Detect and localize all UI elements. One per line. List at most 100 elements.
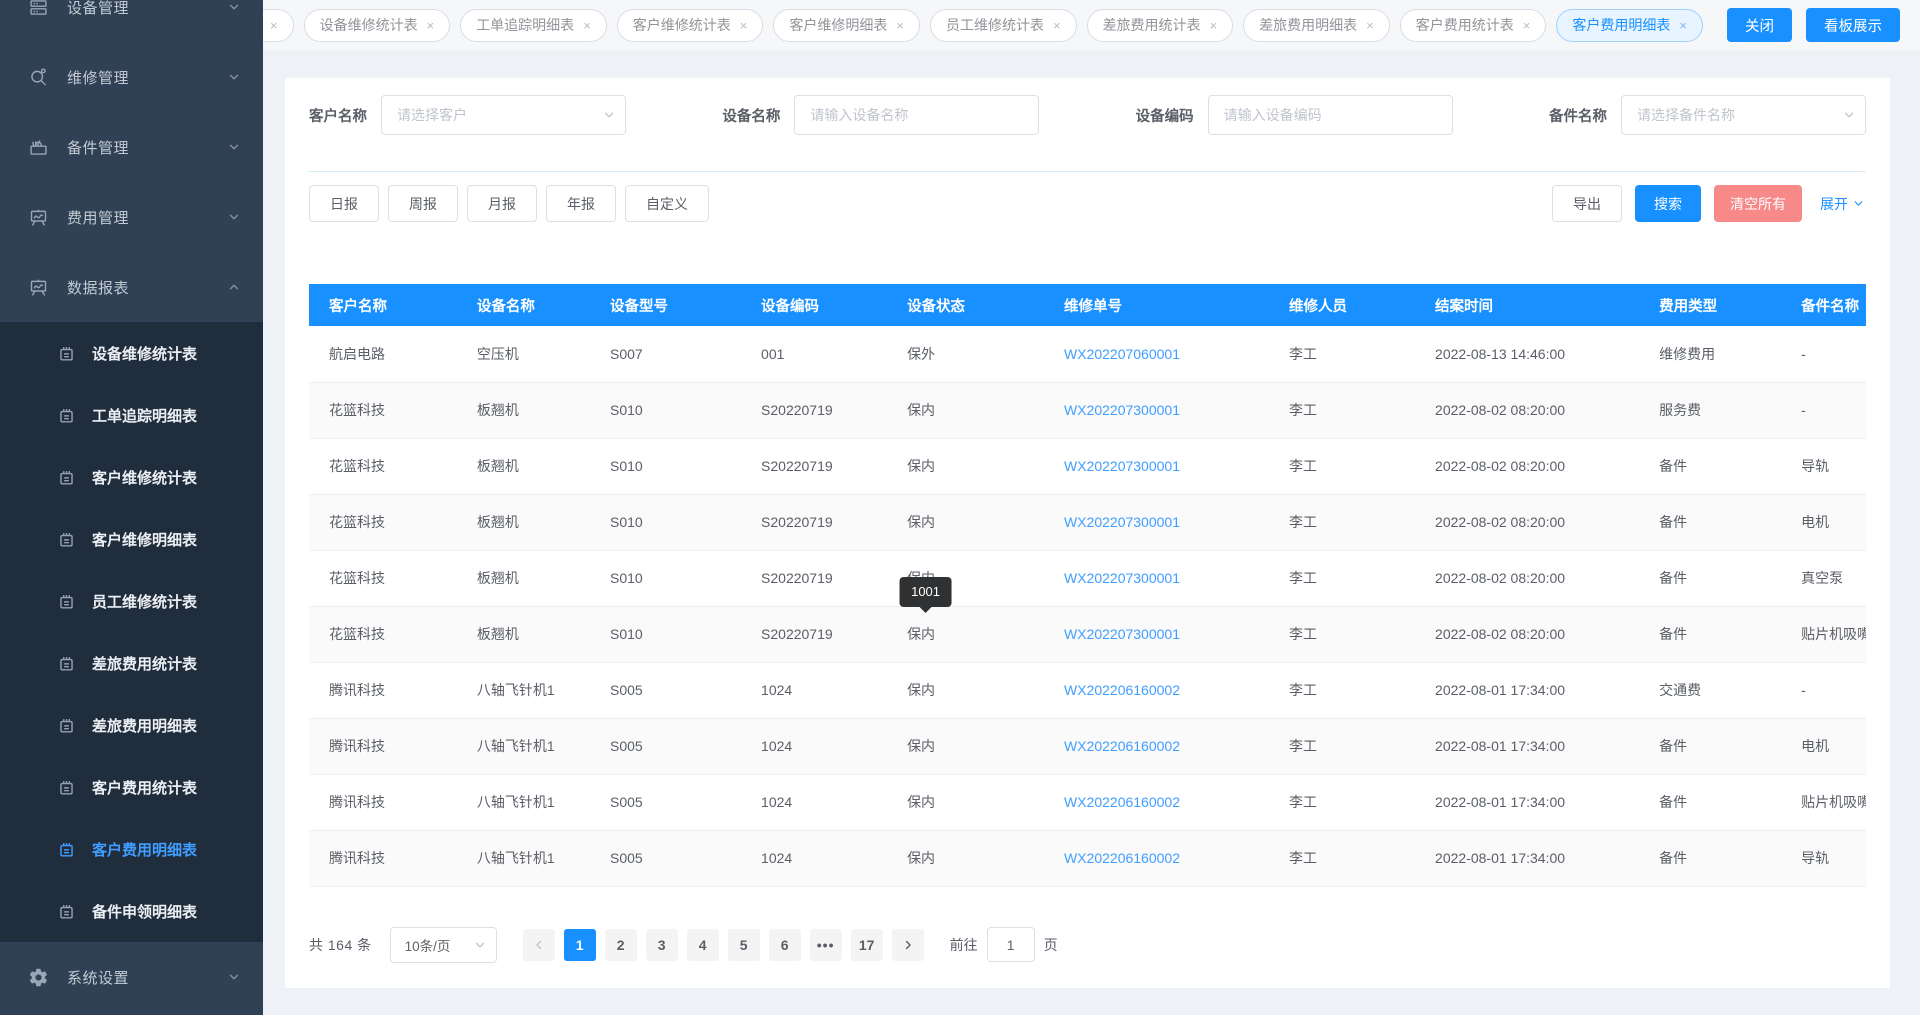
sidebar-report-item[interactable]: 工单追踪明细表 <box>0 384 263 446</box>
sidebar-report-item[interactable]: 客户费用统计表 <box>0 756 263 818</box>
period-button[interactable]: 日报 <box>309 185 379 222</box>
table-cell: WX202207300001 <box>1044 438 1269 494</box>
sidebar-menu-item[interactable]: 备件管理 <box>0 112 263 182</box>
tab[interactable]: 设备维修统计表 × <box>304 9 451 42</box>
table-cell: 腾讯科技 <box>309 718 457 774</box>
repair-order-link[interactable]: WX202206160002 <box>1064 850 1180 866</box>
content-card: 客户名称 设备名称 设备编码 <box>285 78 1890 988</box>
sidebar-report-item[interactable]: 设备维修统计表 <box>0 322 263 384</box>
goto-page-input[interactable] <box>987 927 1035 962</box>
page-button[interactable]: 6 <box>769 929 801 961</box>
page-ellipsis[interactable]: ••• <box>810 929 842 961</box>
repair-order-link[interactable]: WX202206160002 <box>1064 794 1180 810</box>
page-button[interactable]: 5 <box>728 929 760 961</box>
period-button[interactable]: 月报 <box>467 185 537 222</box>
tab[interactable]: 工单追踪明细表 × <box>460 9 607 42</box>
pager: 123456 ••• 17 <box>523 929 924 961</box>
sidebar-report-item[interactable]: 客户维修统计表 <box>0 446 263 508</box>
repair-order-link[interactable]: WX202207300001 <box>1064 514 1180 530</box>
tab[interactable]: 员工维修统计表 × <box>930 9 1077 42</box>
column-header: 设备编码 <box>741 284 887 326</box>
repair-order-link[interactable]: WX202206160002 <box>1064 738 1180 754</box>
close-button[interactable]: 关闭 <box>1727 8 1792 42</box>
column-header: 设备型号 <box>590 284 741 326</box>
clear-all-button[interactable]: 清空所有 <box>1714 185 1802 222</box>
table-cell: WX202207300001 <box>1044 550 1269 606</box>
repair-order-link[interactable]: WX202207300001 <box>1064 570 1180 586</box>
sidebar-menu-item[interactable]: 费用管理 <box>0 182 263 252</box>
filter-device-name: 设备名称 <box>722 95 1039 135</box>
table-cell: 2022-08-01 17:34:00 <box>1415 662 1639 718</box>
chevron-down-icon <box>227 70 241 84</box>
main-area: 用 × 设备维修统计表 × 工单追踪明细表 × 客户维修统计表 × 客户维修明细… <box>263 0 1920 1015</box>
page-button[interactable]: 4 <box>687 929 719 961</box>
sidebar-report-label: 客户维修明细表 <box>92 529 197 550</box>
tab[interactable]: 客户费用明细表 × <box>1556 9 1703 42</box>
period-button[interactable]: 自定义 <box>625 185 709 222</box>
table-cell: WX202207060001 <box>1044 326 1269 382</box>
sidebar-report-item[interactable]: 员工维修统计表 <box>0 570 263 632</box>
tab[interactable]: 客户费用统计表 × <box>1400 9 1547 42</box>
table-cell: 2022-08-01 17:34:00 <box>1415 774 1639 830</box>
device-code-input[interactable] <box>1208 95 1453 135</box>
tab[interactable]: 客户维修统计表 × <box>617 9 764 42</box>
sidebar-report-label: 客户维修统计表 <box>92 467 197 488</box>
sidebar-report-item[interactable]: 差旅费用明细表 <box>0 694 263 756</box>
table-cell: 2022-08-01 17:34:00 <box>1415 718 1639 774</box>
tab[interactable]: 差旅费用明细表 × <box>1243 9 1390 42</box>
app-root: 设备管理 维修管理 备件管理 费用管理 数据报表 设备维修统计表 工单追踪明细表… <box>0 0 1920 1015</box>
period-button[interactable]: 周报 <box>388 185 458 222</box>
next-page-button[interactable] <box>892 929 924 961</box>
button-row: 日报周报月报年报自定义 导出 搜索 清空所有 展开 <box>309 185 1866 222</box>
repair-order-link[interactable]: WX202207300001 <box>1064 402 1180 418</box>
close-tab-icon[interactable]: × <box>270 18 278 33</box>
page-button[interactable]: 1 <box>564 929 596 961</box>
export-button[interactable]: 导出 <box>1552 185 1622 222</box>
table-cell: 服务费 <box>1639 382 1781 438</box>
period-button[interactable]: 年报 <box>546 185 616 222</box>
close-tab-icon[interactable]: × <box>1523 18 1531 33</box>
close-tab-icon[interactable]: × <box>1053 18 1061 33</box>
sidebar-report-item[interactable]: 差旅费用统计表 <box>0 632 263 694</box>
filter-row: 客户名称 设备名称 设备编码 <box>309 95 1866 135</box>
table-cell: 李工 <box>1269 606 1415 662</box>
part-name-select[interactable] <box>1621 95 1866 135</box>
close-tab-icon[interactable]: × <box>1210 18 1218 33</box>
repair-order-link[interactable]: WX202207060001 <box>1064 346 1180 362</box>
tab[interactable]: 用 × <box>263 9 294 42</box>
board-display-button[interactable]: 看板展示 <box>1806 8 1900 42</box>
page-button[interactable]: 2 <box>605 929 637 961</box>
page-size-select[interactable]: 10条/页 <box>390 927 497 963</box>
sidebar-report-item[interactable]: 客户维修明细表 <box>0 508 263 570</box>
column-header: 备件名称 <box>1781 284 1866 326</box>
table-cell: 板翘机 <box>457 438 590 494</box>
tab[interactable]: 客户维修明细表 × <box>773 9 920 42</box>
page-button[interactable]: 17 <box>851 929 883 961</box>
close-tab-icon[interactable]: × <box>740 18 748 33</box>
device-name-input[interactable] <box>794 95 1039 135</box>
tab[interactable]: 差旅费用统计表 × <box>1087 9 1234 42</box>
close-tab-icon[interactable]: × <box>427 18 435 33</box>
repair-order-link[interactable]: WX202206160002 <box>1064 682 1180 698</box>
right-actions: 导出 搜索 清空所有 展开 <box>1552 185 1866 222</box>
close-tab-icon[interactable]: × <box>1366 18 1374 33</box>
sidebar-report-item[interactable]: 备件申领明细表 <box>0 880 263 942</box>
table-cell: 1024 <box>741 774 887 830</box>
page-button[interactable]: 3 <box>646 929 678 961</box>
close-tab-icon[interactable]: × <box>896 18 904 33</box>
prev-page-button[interactable] <box>523 929 555 961</box>
tooltip: 1001 <box>899 577 952 607</box>
expand-link[interactable]: 展开 <box>1820 194 1866 214</box>
search-button[interactable]: 搜索 <box>1635 185 1701 222</box>
close-tab-icon[interactable]: × <box>1679 18 1687 33</box>
close-tab-icon[interactable]: × <box>583 18 591 33</box>
repair-order-link[interactable]: WX202207300001 <box>1064 626 1180 642</box>
sidebar-item-settings[interactable]: 系统设置 <box>0 942 263 1012</box>
sidebar-report-item[interactable]: 客户费用明细表 <box>0 818 263 880</box>
table-cell: 1024 <box>741 830 887 886</box>
sidebar-menu-item[interactable]: 维修管理 <box>0 42 263 112</box>
repair-order-link[interactable]: WX202207300001 <box>1064 458 1180 474</box>
sidebar-menu-item[interactable]: 数据报表 <box>0 252 263 322</box>
customer-select[interactable] <box>381 95 626 135</box>
sidebar-menu-item[interactable]: 设备管理 <box>0 0 263 42</box>
